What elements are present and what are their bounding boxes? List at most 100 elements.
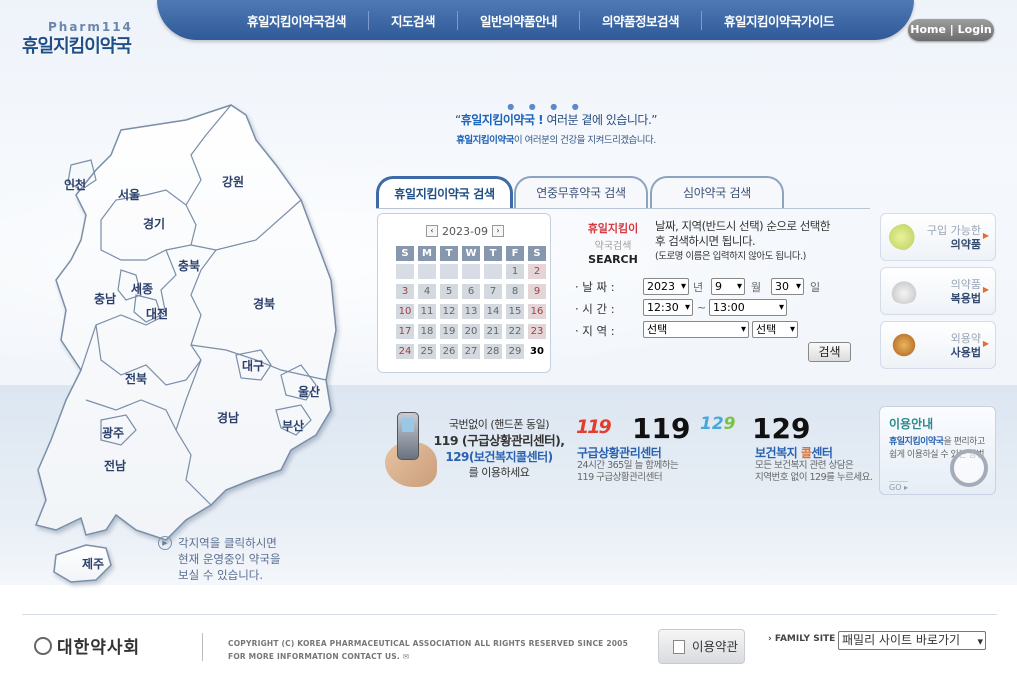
calendar-day[interactable]: 29: [506, 344, 524, 359]
region-jeonbuk[interactable]: 전북: [125, 370, 147, 387]
phone-line1: 국번없이 (핸드폰 동일): [448, 418, 550, 431]
calendar-next-button[interactable]: ›: [491, 225, 504, 237]
calendar-day[interactable]: 7: [484, 284, 502, 299]
region-jeonnam[interactable]: 전남: [104, 457, 126, 474]
calendar-day[interactable]: 10: [396, 304, 414, 319]
nav-drug-info-search[interactable]: 의약품정보검색: [579, 10, 701, 30]
region-district-select[interactable]: 선택: [752, 321, 798, 338]
calendar-day[interactable]: 12: [440, 304, 458, 319]
calendar-day[interactable]: 6: [462, 284, 480, 299]
tab-late-night-pharmacy[interactable]: 심야약국 검색: [650, 176, 784, 209]
mortar-icon: [889, 278, 919, 304]
month-select[interactable]: 9: [711, 278, 745, 295]
region-daejeon[interactable]: 대전: [146, 305, 168, 322]
slogan-dots: ● ● ● ●: [507, 102, 585, 111]
calendar-day[interactable]: 1: [506, 264, 524, 279]
region-chungbuk[interactable]: 충북: [178, 257, 200, 274]
calendar-day[interactable]: 14: [484, 304, 502, 319]
calendar-day[interactable]: 9: [528, 284, 546, 299]
calendar-dow: F: [506, 246, 524, 261]
document-icon: [673, 640, 685, 654]
calendar-day[interactable]: 3: [396, 284, 414, 299]
year-select[interactable]: 2023: [643, 278, 689, 295]
tab-divider: [376, 208, 870, 209]
nav-holiday-pharmacy-search[interactable]: 휴일지킴이약국검색: [225, 11, 368, 30]
calendar-day[interactable]: 16: [528, 304, 546, 319]
day-select[interactable]: 30: [771, 278, 804, 295]
slogan: ● ● ● ● “휴일지킴이약국 ! 여러분 곁에 있습니다.” 휴일지킴이약국…: [420, 102, 692, 146]
calendar-day[interactable]: 17: [396, 324, 414, 339]
region-ulsan[interactable]: 울산: [298, 383, 320, 400]
calendar-day[interactable]: 11: [418, 304, 436, 319]
nav-pharmacy-guide[interactable]: 휴일지킴이약국가이드: [701, 10, 856, 30]
home-login-button[interactable]: Home | Login: [908, 19, 994, 41]
calendar-prev-button[interactable]: ‹: [426, 225, 439, 237]
search-button[interactable]: 검색: [808, 342, 851, 362]
kpa-logo[interactable]: 대한약사회: [34, 633, 140, 658]
calendar-empty-cell: [484, 264, 502, 279]
go-link[interactable]: GO ▸: [889, 481, 909, 492]
calendar-day[interactable]: 27: [462, 344, 480, 359]
drug-dosage-box[interactable]: 의약품 복용법 ▶: [880, 267, 996, 315]
calendar-day[interactable]: 15: [506, 304, 524, 319]
slogan-line1: “휴일지킴이약국 ! 여러분 곁에 있습니다.”: [455, 113, 658, 127]
family-site-label: › FAMILY SITE: [768, 634, 836, 644]
calendar-day[interactable]: 26: [440, 344, 458, 359]
flower-logo-icon: [34, 637, 52, 655]
korea-map: 인천 서울 경기 강원 충북 충남 세종 대전 경북 대구 전북 경남 울산 광…: [26, 100, 342, 600]
calendar-empty-cell: [440, 264, 458, 279]
calendar-dow: M: [418, 246, 436, 261]
center-119-desc: 24시간 365일 늘 함께하는 119 구급상황관리센터: [577, 460, 679, 483]
region-seoul[interactable]: 서울: [118, 186, 140, 203]
region-gwangju[interactable]: 광주: [102, 424, 124, 441]
region-gyeongnam[interactable]: 경남: [217, 409, 239, 426]
calendar-day[interactable]: 8: [506, 284, 524, 299]
phone-line2: 119 (구급상황관리센터),: [433, 433, 565, 448]
region-province-select[interactable]: 선택: [643, 321, 749, 338]
region-gangwon[interactable]: 강원: [222, 173, 244, 190]
center-119-name: 구급상황관리센터: [577, 446, 662, 460]
calendar-day[interactable]: 21: [484, 324, 502, 339]
calendar-empty-cell: [462, 264, 480, 279]
calendar-day[interactable]: 19: [440, 324, 458, 339]
time-to-select[interactable]: 13:00: [709, 299, 787, 316]
calendar-day[interactable]: 28: [484, 344, 502, 359]
tab-always-open-pharmacy[interactable]: 연중무휴약국 검색: [514, 176, 648, 209]
tab-holiday-pharmacy[interactable]: 휴일지킴이약국 검색: [376, 176, 513, 209]
arrow-right-icon: ▶: [982, 231, 989, 240]
arrow-right-icon: ▶: [982, 339, 989, 348]
calendar-day[interactable]: 18: [418, 324, 436, 339]
contact-us-link[interactable]: FOR MORE INFORMATION CONTACT US. ✉: [228, 650, 628, 663]
calendar-day[interactable]: 20: [462, 324, 480, 339]
region-sejong[interactable]: 세종: [131, 280, 153, 297]
region-gyeongbuk[interactable]: 경북: [253, 295, 275, 312]
nav-map-search[interactable]: 지도검색: [367, 10, 457, 30]
region-busan[interactable]: 부산: [282, 417, 304, 434]
external-medicine-text: 외용약 사용법: [950, 332, 981, 359]
calendar-day[interactable]: 25: [418, 344, 436, 359]
region-daegu[interactable]: 대구: [242, 357, 264, 374]
calendar-day[interactable]: 23: [528, 324, 546, 339]
region-gyeonggi[interactable]: 경기: [143, 215, 165, 232]
region-chungnam[interactable]: 충남: [94, 290, 116, 307]
calendar-day[interactable]: 22: [506, 324, 524, 339]
terms-button[interactable]: 이용약관: [658, 629, 745, 664]
purchasable-drugs-box[interactable]: 구입 가능한 의약품 ▶: [880, 213, 996, 261]
region-jeju[interactable]: 제주: [82, 555, 104, 572]
calendar-day[interactable]: 2: [528, 264, 546, 279]
calendar-day[interactable]: 5: [440, 284, 458, 299]
search-desc-line2: 후 검색하시면 됩니다.: [655, 234, 756, 248]
time-from-select[interactable]: 12:30: [643, 299, 693, 316]
calendar-day[interactable]: 24: [396, 344, 414, 359]
magnifier-icon: [950, 449, 988, 487]
external-medicine-box[interactable]: 외용약 사용법 ▶: [880, 321, 996, 369]
number-129: 129: [752, 412, 811, 445]
site-logo[interactable]: Pharm114 휴일지킴이약국: [22, 20, 133, 58]
calendar-day[interactable]: 30: [528, 344, 546, 359]
nav-otc-guide[interactable]: 일반의약품안내: [456, 10, 579, 30]
region-incheon[interactable]: 인천: [64, 176, 86, 193]
calendar-day[interactable]: 4: [418, 284, 436, 299]
calendar-day[interactable]: 13: [462, 304, 480, 319]
family-site-select[interactable]: 패밀리 사이트 바로가기: [838, 631, 986, 650]
usage-guide-box[interactable]: 이용안내 휴일지킴이약국을 편리하고 쉽게 이용하실 수 있는 방법 GO ▸: [879, 406, 996, 495]
